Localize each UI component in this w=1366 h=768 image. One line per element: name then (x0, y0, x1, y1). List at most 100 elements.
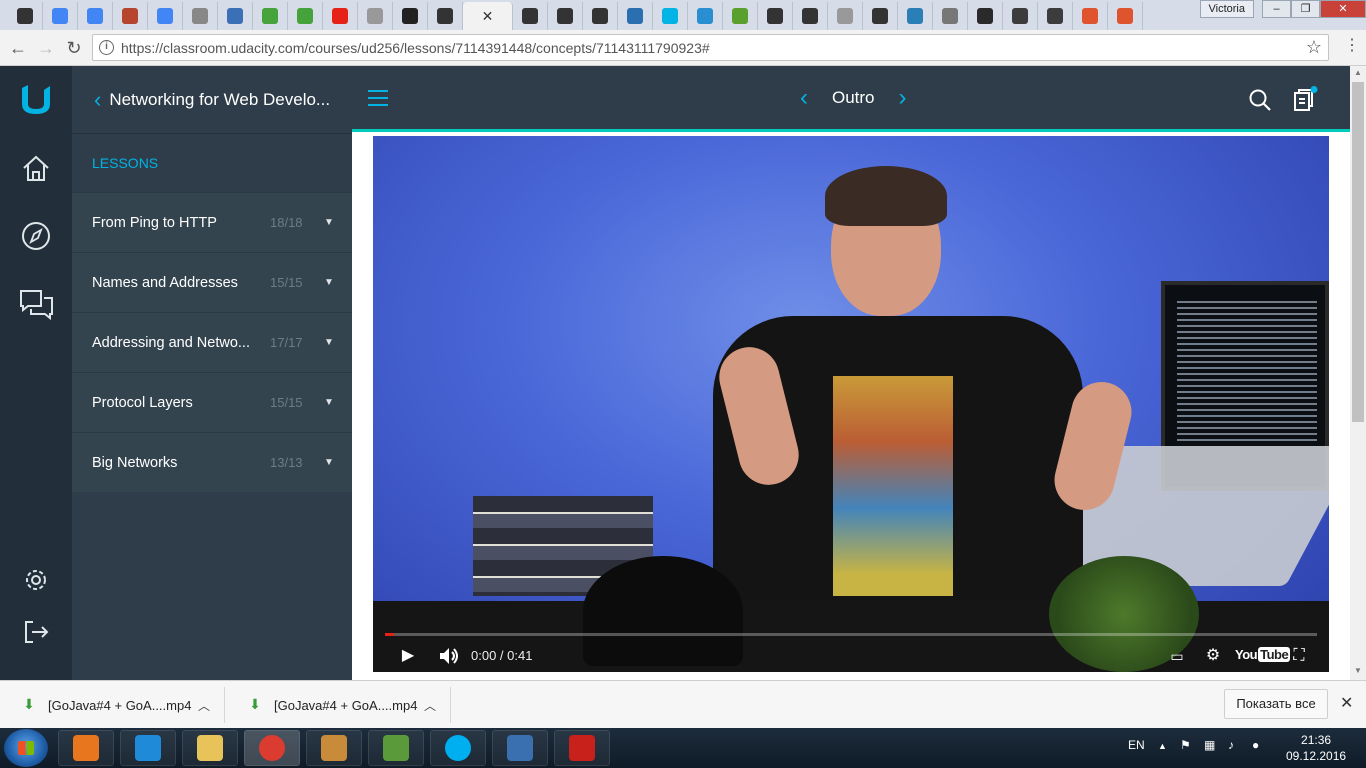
forward-button[interactable]: → (34, 36, 58, 60)
browser-tab[interactable] (148, 2, 183, 30)
network-icon[interactable]: ▦ (1204, 738, 1215, 752)
browser-tab[interactable] (113, 2, 148, 30)
chevron-down-icon[interactable]: ▼ (324, 457, 334, 468)
taskbar-app[interactable] (58, 730, 114, 766)
page-scrollbar[interactable]: ▲ ▼ (1350, 66, 1366, 680)
youtube-logo[interactable]: You Tube (1235, 647, 1291, 662)
captions-icon[interactable]: ▭ (1165, 644, 1189, 668)
browser-tab[interactable] (78, 2, 113, 30)
taskbar-app[interactable] (120, 730, 176, 766)
browser-tab[interactable] (898, 2, 933, 30)
tab-close-icon[interactable]: ✕ (482, 8, 494, 25)
lesson-item[interactable]: Protocol Layers 15/15 ▼ (72, 372, 352, 432)
home-icon[interactable] (18, 150, 54, 186)
browser-tab[interactable] (218, 2, 253, 30)
next-concept-icon[interactable]: › (891, 84, 915, 112)
bookmark-star-icon[interactable]: ☆ (1306, 37, 1322, 58)
show-all-button[interactable]: Показать все (1224, 689, 1328, 719)
browser-tab[interactable] (513, 2, 548, 30)
chevron-down-icon[interactable]: ▼ (324, 337, 334, 348)
scroll-down-icon[interactable]: ▼ (1350, 666, 1366, 675)
browser-tab[interactable] (183, 2, 218, 30)
volume-icon[interactable] (437, 644, 461, 668)
previous-concept-icon[interactable]: ‹ (792, 84, 816, 112)
browser-tab[interactable] (1038, 2, 1073, 30)
course-header[interactable]: ‹ Networking for Web Develo... (72, 66, 352, 134)
compass-icon[interactable] (18, 218, 54, 254)
settings-gear-icon[interactable] (18, 562, 54, 598)
video-settings-icon[interactable]: ⚙ (1201, 644, 1225, 668)
taskbar-app[interactable] (554, 730, 610, 766)
window-user-badge[interactable]: Victoria (1199, 0, 1254, 18)
scrollbar-thumb[interactable] (1352, 82, 1364, 422)
browser-tab[interactable] (583, 2, 618, 30)
browser-tab[interactable] (1003, 2, 1038, 30)
scroll-up-icon[interactable]: ▲ (1350, 68, 1366, 77)
start-button[interactable] (4, 729, 48, 767)
download-item[interactable]: ⬇ [GoJava#4 + GoA....mp4 ︿ (20, 687, 226, 723)
chrome-menu-icon[interactable]: ⋮ (1344, 38, 1360, 54)
browser-tab[interactable] (43, 2, 78, 30)
browser-tab[interactable] (723, 2, 758, 30)
skype-tray-icon[interactable]: ● (1252, 738, 1259, 752)
browser-tab[interactable] (758, 2, 793, 30)
minimize-button[interactable]: – (1262, 0, 1291, 18)
browser-tab[interactable] (428, 2, 463, 30)
notes-icon[interactable] (1290, 86, 1318, 114)
taskbar-app[interactable] (182, 730, 238, 766)
active-tab[interactable]: ✕ (463, 2, 513, 30)
lesson-item[interactable]: From Ping to HTTP 18/18 ▼ (72, 192, 352, 252)
speaker-icon[interactable]: ♪ (1228, 738, 1234, 752)
udacity-logo-icon[interactable] (18, 82, 54, 118)
fullscreen-icon[interactable]: ⛶ (1287, 644, 1311, 668)
browser-tab[interactable] (288, 2, 323, 30)
chevron-down-icon[interactable]: ▼ (324, 277, 334, 288)
play-icon[interactable]: ▶ (397, 644, 419, 668)
hamburger-menu-icon[interactable] (368, 90, 388, 106)
maximize-button[interactable]: ❐ (1291, 0, 1320, 18)
clock[interactable]: 21:36 09.12.2016 (1286, 732, 1346, 764)
taskbar-app[interactable] (244, 730, 300, 766)
lesson-item[interactable]: Big Networks 13/13 ▼ (72, 432, 352, 492)
browser-tab[interactable] (653, 2, 688, 30)
lesson-item[interactable]: Addressing and Netwo... 17/17 ▼ (72, 312, 352, 372)
browser-tab[interactable] (828, 2, 863, 30)
browser-tab[interactable] (358, 2, 393, 30)
video-player[interactable]: ▶ 0:00 / 0:41 ▭ ⚙ You Tube ⛶ (373, 136, 1329, 672)
browser-tab[interactable] (863, 2, 898, 30)
browser-tab[interactable] (1108, 2, 1143, 30)
lesson-item[interactable]: Names and Addresses 15/15 ▼ (72, 252, 352, 312)
taskbar-app[interactable] (430, 730, 486, 766)
tray-expand-icon[interactable]: ▲ (1158, 741, 1167, 751)
info-icon[interactable]: i (99, 40, 114, 55)
video-progress-bar[interactable] (385, 633, 1317, 636)
browser-tab[interactable] (393, 2, 428, 30)
taskbar-app[interactable] (368, 730, 424, 766)
browser-tab[interactable] (688, 2, 723, 30)
chat-icon[interactable] (18, 286, 54, 322)
taskbar-app[interactable] (492, 730, 548, 766)
window-close-button[interactable]: ✕ (1320, 0, 1366, 18)
browser-tab[interactable] (323, 2, 358, 30)
back-button[interactable]: ← (6, 36, 30, 60)
course-title[interactable]: Networking for Web Develo... (109, 90, 330, 110)
chevron-up-icon[interactable]: ︿ (198, 697, 210, 714)
browser-tab[interactable] (548, 2, 583, 30)
action-center-icon[interactable]: ⚑ (1180, 738, 1191, 752)
browser-tab[interactable] (968, 2, 1003, 30)
browser-tab[interactable] (618, 2, 653, 30)
browser-tab[interactable] (793, 2, 828, 30)
chevron-left-icon[interactable]: ‹ (94, 87, 101, 113)
chevron-down-icon[interactable]: ▼ (324, 397, 334, 408)
browser-tab[interactable] (253, 2, 288, 30)
browser-tab[interactable] (933, 2, 968, 30)
language-indicator[interactable]: EN (1128, 738, 1145, 752)
browser-tab[interactable] (8, 2, 43, 30)
close-icon[interactable]: ✕ (1340, 693, 1353, 713)
search-icon[interactable] (1248, 88, 1272, 112)
address-bar[interactable]: i https://classroom.udacity.com/courses/… (92, 34, 1329, 61)
browser-tab[interactable] (1073, 2, 1108, 30)
address-url[interactable]: https://classroom.udacity.com/courses/ud… (121, 40, 710, 56)
reload-button[interactable]: ↻ (62, 36, 86, 60)
chevron-down-icon[interactable]: ▼ (324, 217, 334, 228)
